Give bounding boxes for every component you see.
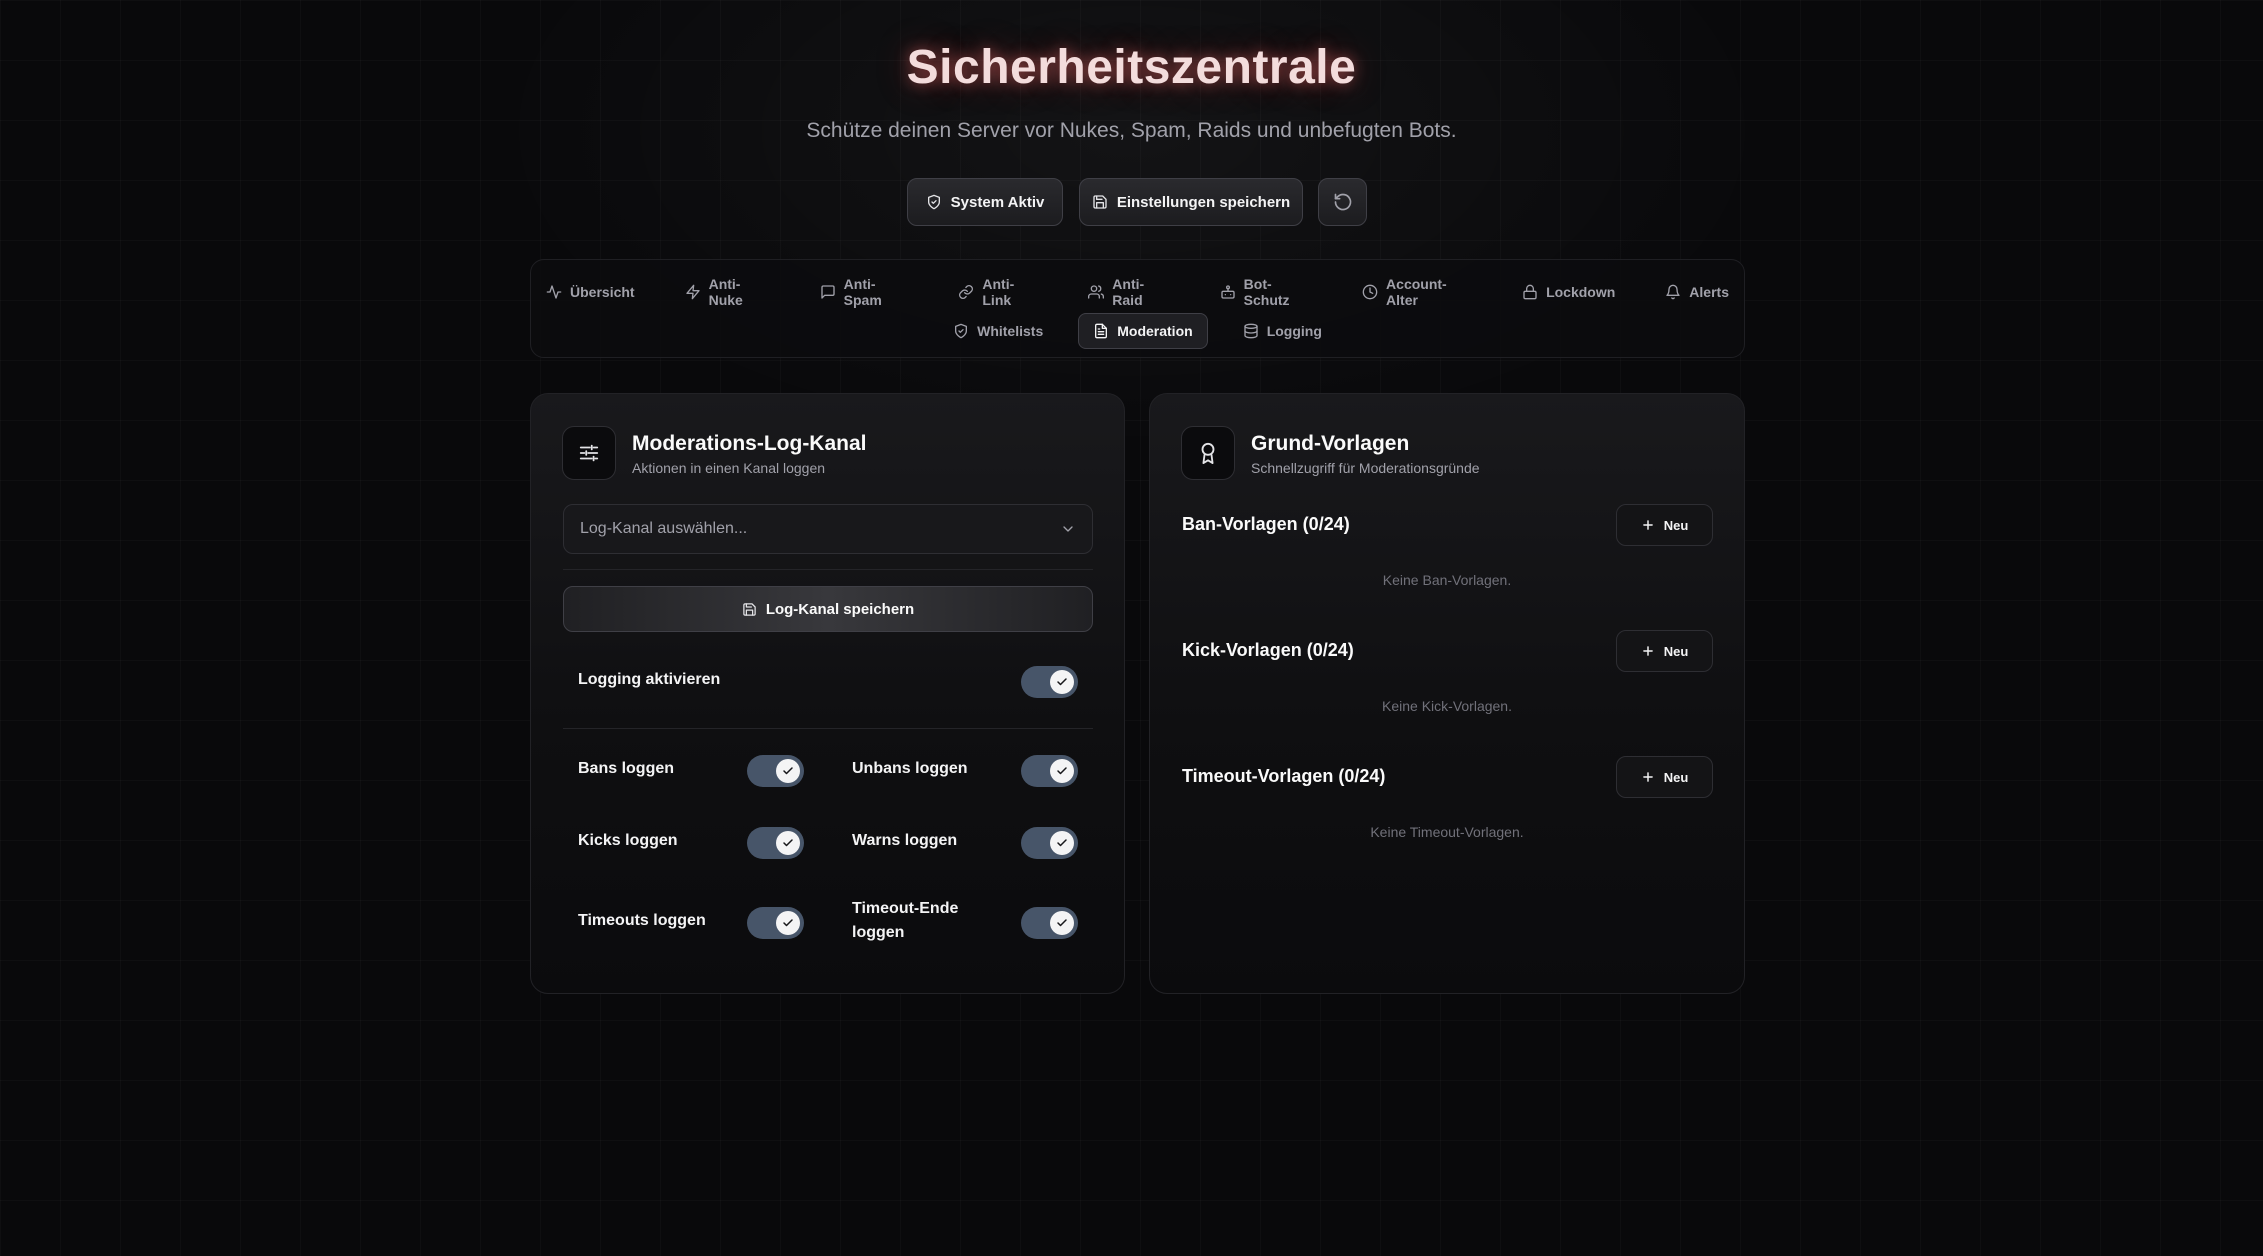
- tab-lockdown[interactable]: Lockdown: [1507, 274, 1630, 310]
- plus-icon: [1641, 644, 1655, 658]
- tab-uebersicht[interactable]: Übersicht: [531, 274, 650, 310]
- check-icon: [776, 911, 800, 935]
- select-placeholder: Log-Kanal auswählen...: [580, 520, 748, 537]
- logging-enabled-label: Logging aktivieren: [578, 671, 721, 688]
- tab-label: Anti-Link: [982, 276, 1015, 308]
- tab-label: Übersicht: [570, 284, 635, 300]
- tab-bot-schutz[interactable]: Bot-Schutz: [1205, 274, 1327, 310]
- file-text-icon: [1093, 323, 1109, 339]
- message-square-icon: [820, 284, 836, 300]
- ban-templates-empty: Keine Ban-Vorlagen.: [1382, 572, 1512, 588]
- tab-label: Moderation: [1117, 323, 1193, 339]
- check-icon: [1050, 670, 1074, 694]
- save-settings-label: Einstellungen speichern: [1116, 193, 1291, 211]
- new-kick-template-button[interactable]: Neu: [1616, 630, 1713, 672]
- card-title: Moderations-Log-Kanal: [632, 432, 867, 455]
- save-settings-button[interactable]: Einstellungen speichern: [1079, 178, 1303, 226]
- tab-label: Account-Alter: [1386, 276, 1447, 308]
- save-icon: [1092, 194, 1108, 210]
- system-status-label: System Aktiv: [950, 193, 1045, 211]
- divider: [563, 728, 1093, 729]
- page-subtitle: Schütze deinen Server vor Nukes, Spam, R…: [806, 119, 1457, 142]
- kicks-log-toggle[interactable]: [747, 827, 804, 859]
- tab-anti-nuke[interactable]: Anti-Nuke: [670, 274, 785, 310]
- link-icon: [958, 284, 974, 300]
- moderation-log-card: Moderations-Log-Kanal Aktionen in einen …: [530, 393, 1125, 994]
- activity-icon: [546, 284, 562, 300]
- chevron-down-icon: [1060, 521, 1076, 537]
- database-icon: [1243, 323, 1259, 339]
- new-ban-template-button[interactable]: Neu: [1616, 504, 1713, 546]
- tab-label: Lockdown: [1546, 284, 1616, 300]
- bell-icon: [1665, 284, 1681, 300]
- card-title: Grund-Vorlagen: [1251, 432, 1410, 455]
- ban-templates-title: Ban-Vorlagen (0/24): [1182, 514, 1350, 534]
- bot-icon: [1220, 284, 1236, 300]
- timeout-end-log-toggle[interactable]: [1021, 907, 1078, 939]
- tab-anti-spam[interactable]: Anti-Spam: [805, 274, 924, 310]
- divider: [563, 569, 1093, 570]
- save-log-channel-button[interactable]: Log-Kanal speichern: [563, 586, 1093, 632]
- unbans-log-toggle[interactable]: [1021, 755, 1078, 787]
- kicks-log-label: Kicks loggen: [578, 832, 678, 849]
- new-timeout-template-button[interactable]: Neu: [1616, 756, 1713, 798]
- tab-anti-link[interactable]: Anti-Link: [943, 274, 1053, 310]
- timeout-templates-title: Timeout-Vorlagen (0/24): [1182, 766, 1386, 786]
- bans-log-label: Bans loggen: [578, 760, 675, 777]
- lock-icon: [1522, 284, 1538, 300]
- refresh-icon: [1333, 192, 1353, 212]
- award-icon: [1181, 426, 1235, 480]
- tab-label: Bot-Schutz: [1243, 276, 1290, 308]
- timeout-end-log-label: Timeout-Ende loggen: [852, 900, 959, 941]
- new-label: Neu: [1663, 643, 1689, 659]
- shield-check-icon: [953, 323, 969, 339]
- timeouts-log-label: Timeouts loggen: [578, 912, 706, 929]
- templates-card: Grund-Vorlagen Schnellzugriff für Modera…: [1149, 393, 1745, 994]
- tab-whitelists[interactable]: Whitelists: [938, 313, 1058, 349]
- tab-anti-raid[interactable]: Anti-Raid: [1073, 274, 1184, 310]
- new-label: Neu: [1663, 517, 1689, 533]
- page-title: Sicherheitszentrale: [906, 41, 1357, 94]
- clock-icon: [1362, 284, 1378, 300]
- kick-templates-empty: Keine Kick-Vorlagen.: [1382, 698, 1512, 714]
- tab-alerts[interactable]: Alerts: [1650, 274, 1744, 310]
- kick-templates-title: Kick-Vorlagen (0/24): [1182, 640, 1354, 660]
- save-icon: [742, 602, 757, 617]
- tab-label: Whitelists: [977, 323, 1044, 339]
- check-icon: [776, 831, 800, 855]
- plus-icon: [1641, 518, 1655, 532]
- tab-label: Alerts: [1689, 284, 1729, 300]
- tab-label: Anti-Raid: [1112, 276, 1145, 308]
- tab-label: Logging: [1266, 323, 1322, 339]
- tab-moderation[interactable]: Moderation: [1078, 313, 1208, 349]
- check-icon: [1050, 911, 1074, 935]
- tab-logging[interactable]: Logging: [1228, 313, 1337, 349]
- users-icon: [1088, 284, 1105, 300]
- plus-icon: [1641, 770, 1655, 784]
- reset-button[interactable]: [1318, 178, 1367, 226]
- timeout-templates-empty: Keine Timeout-Vorlagen.: [1370, 824, 1524, 840]
- logging-enabled-toggle[interactable]: [1021, 666, 1078, 698]
- check-icon: [776, 759, 800, 783]
- check-icon: [1050, 831, 1074, 855]
- unbans-log-label: Unbans loggen: [852, 760, 968, 777]
- zap-icon: [685, 284, 701, 300]
- warns-log-label: Warns loggen: [852, 832, 958, 849]
- bans-log-toggle[interactable]: [747, 755, 804, 787]
- card-subtitle: Aktionen in einen Kanal loggen: [632, 460, 826, 476]
- shield-icon: [926, 194, 942, 210]
- sliders-icon: [562, 426, 616, 480]
- system-status-button[interactable]: System Aktiv: [907, 178, 1063, 226]
- tab-navigation: Übersicht Anti-Nuke Anti-Spam Anti-Link …: [530, 259, 1745, 358]
- warns-log-toggle[interactable]: [1021, 827, 1078, 859]
- save-log-channel-label: Log-Kanal speichern: [765, 600, 915, 618]
- tab-account-alter[interactable]: Account-Alter: [1347, 274, 1487, 310]
- log-channel-select[interactable]: Log-Kanal auswählen...: [563, 504, 1093, 554]
- tab-label: Anti-Nuke: [708, 276, 743, 308]
- new-label: Neu: [1663, 769, 1689, 785]
- timeouts-log-toggle[interactable]: [747, 907, 804, 939]
- tab-label: Anti-Spam: [843, 276, 882, 308]
- card-subtitle: Schnellzugriff für Moderationsgründe: [1251, 460, 1480, 476]
- check-icon: [1050, 759, 1074, 783]
